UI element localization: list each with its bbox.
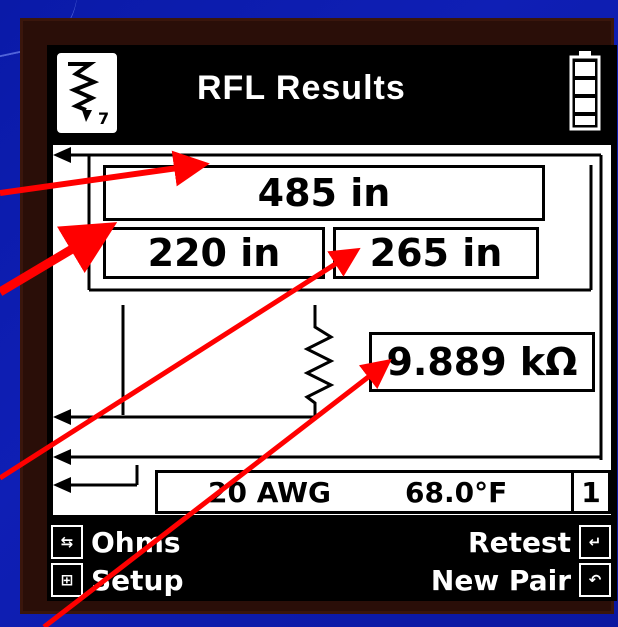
pair-number: 1 (571, 473, 608, 511)
ohms-softkey[interactable]: ⇆ Ohms (51, 525, 181, 559)
svg-text:7: 7 (98, 109, 109, 128)
enter-icon: ↵ (579, 525, 611, 559)
setup-label: Setup (91, 563, 184, 597)
total-distance-box: 485 in (103, 165, 545, 221)
device-screen: 7 RFL Results 485 in 220 in 265 in 9.889… (47, 45, 617, 601)
battery-icon (569, 49, 601, 131)
results-panel: 485 in 220 in 265 in 9.889 kΩ 20 AWG 68.… (53, 145, 611, 515)
undo-icon: ↶ (579, 563, 611, 597)
swap-icon: ⇆ (51, 525, 83, 559)
status-bar: 20 AWG 68.0°F 1 (155, 470, 611, 514)
new-pair-label: New Pair (430, 563, 571, 597)
title-bar: 7 RFL Results (47, 45, 617, 139)
setup-icon: ⊞ (51, 563, 83, 597)
ohms-label: Ohms (91, 525, 181, 559)
page-title: RFL Results (197, 69, 406, 107)
retest-label: Retest (468, 525, 571, 559)
fault-resistance-box: 9.889 kΩ (369, 332, 595, 392)
rfl-mode-icon: 7 (57, 53, 117, 133)
device-frame: 7 RFL Results 485 in 220 in 265 in 9.889… (20, 18, 617, 614)
softkey-bar: ⇆ Ohms ⊞ Setup Retest ↵ New Pair ↶ (47, 519, 617, 601)
near-distance-box: 220 in (103, 227, 325, 279)
retest-softkey[interactable]: Retest ↵ (468, 525, 611, 559)
far-distance-box: 265 in (333, 227, 539, 279)
setup-softkey[interactable]: ⊞ Setup (51, 563, 184, 597)
new-pair-softkey[interactable]: New Pair ↶ (431, 563, 611, 597)
wire-gauge: 20 AWG (208, 475, 331, 509)
temperature: 68.0°F (405, 475, 508, 509)
